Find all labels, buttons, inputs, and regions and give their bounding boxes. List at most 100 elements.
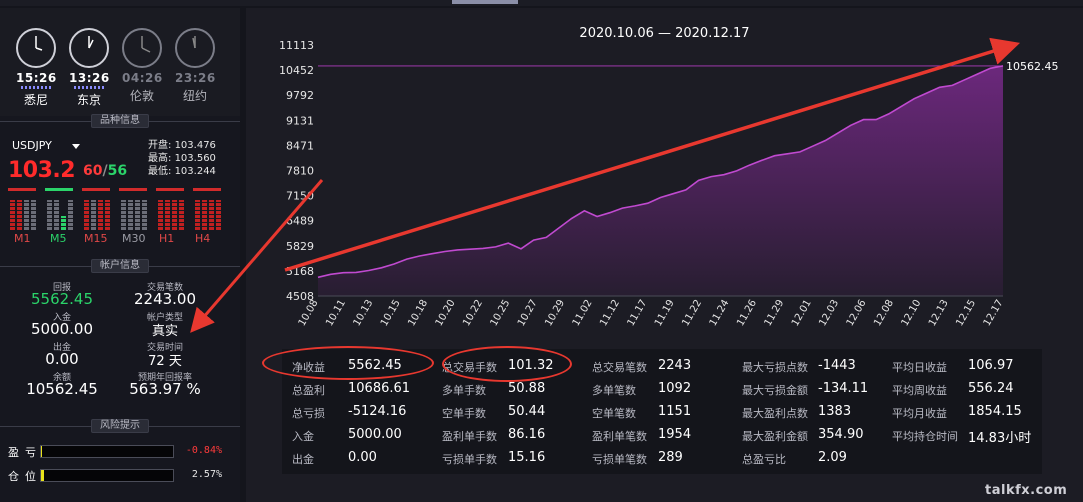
tf-m5[interactable]: M5 xyxy=(50,232,67,245)
price-ask-bid: 60/56 xyxy=(83,163,127,179)
clock-london: 04:26 伦敦 xyxy=(122,28,162,104)
stat-label: 总亏损 xyxy=(292,407,325,420)
stat-value: 0.00 xyxy=(348,450,377,465)
duration-value: 72 天 xyxy=(148,354,182,369)
balance-value: 10562.45 xyxy=(26,380,98,398)
stat-label: 入金 xyxy=(292,430,314,443)
tf-h1[interactable]: H1 xyxy=(159,232,174,245)
price-main: 103.2 xyxy=(8,158,76,183)
clock-time: 13:26 xyxy=(69,71,110,85)
price-ask: 60 xyxy=(83,163,103,179)
position-value: 2.57% xyxy=(191,469,222,480)
x-tick-label: 11.17 xyxy=(626,298,650,328)
withdraw-value: 0.00 xyxy=(45,350,79,368)
stat-value: 556.24 xyxy=(968,381,1014,396)
tf-m30[interactable]: M30 xyxy=(122,232,146,245)
x-tick-label: 12.13 xyxy=(927,298,951,328)
clock-city: 伦敦 xyxy=(129,89,154,103)
clock-time: 04:26 xyxy=(122,71,163,85)
account-section-header: 帐户信息 xyxy=(0,259,240,273)
stat-label: 总盈亏比 xyxy=(742,453,786,466)
clock-time: 23:26 xyxy=(175,71,216,85)
y-tick-label: 8471 xyxy=(286,139,314,152)
stat-value: 2243 xyxy=(658,358,692,373)
stat-label: 平均周收益 xyxy=(892,384,947,397)
stat-label: 总交易笔数 xyxy=(592,361,647,374)
equity-area xyxy=(318,65,1003,297)
position-label: 仓位 xyxy=(8,470,42,483)
x-tick-label: 11.26 xyxy=(735,298,759,328)
price-bid: 56 xyxy=(107,163,128,179)
x-tick-label: 10.29 xyxy=(543,298,567,328)
stat-label: 多单手数 xyxy=(442,384,486,397)
y-tick-label: 7150 xyxy=(286,190,314,203)
x-tick-label: 11.19 xyxy=(653,298,677,328)
trades-value: 2243.00 xyxy=(133,290,197,308)
x-tick-label: 11.22 xyxy=(680,298,704,328)
stat-label: 空单手数 xyxy=(442,407,486,420)
x-tick-label: 12.06 xyxy=(845,298,869,328)
deposit-value: 5000.00 xyxy=(30,320,94,338)
stat-value: 354.90 xyxy=(818,427,864,442)
clock-dots xyxy=(21,86,51,89)
y-tick-label: 10452 xyxy=(279,64,314,77)
section-title: 风险提示 xyxy=(91,419,149,433)
x-tick-label: 10.18 xyxy=(406,298,430,328)
stat-value: 1383 xyxy=(818,404,852,419)
open-label: 开盘: xyxy=(148,140,172,151)
stat-label: 平均月收益 xyxy=(892,407,947,420)
stat-value: 1151 xyxy=(658,404,692,419)
section-title: 帐户信息 xyxy=(91,259,149,273)
signal-bars-h4 xyxy=(193,188,223,230)
stat-label: 总盈利 xyxy=(292,384,325,397)
y-tick-label: 5168 xyxy=(286,265,314,278)
stat-value: 2.09 xyxy=(818,450,847,465)
y-tick-label: 9131 xyxy=(286,114,314,127)
stat-value: 15.16 xyxy=(508,450,546,465)
stat-value: -5124.16 xyxy=(348,404,407,419)
symbol-select[interactable]: USDJPY xyxy=(12,139,52,152)
clock-face-icon xyxy=(175,28,215,68)
stat-label: 亏损单手数 xyxy=(442,453,497,466)
pl-value: -0.84% xyxy=(185,445,222,456)
instrument-section-header: 品种信息 xyxy=(0,114,240,128)
top-strip xyxy=(0,0,1083,6)
stat-value: 50.44 xyxy=(508,404,546,419)
active-tab-indicator xyxy=(452,0,518,4)
clock-sydney: 15:26 悉尼 xyxy=(16,28,56,108)
clock-city: 纽约 xyxy=(182,89,207,103)
annual-return-value: 563.97 % xyxy=(129,380,201,398)
y-tick-label: 5829 xyxy=(286,240,314,253)
timeframe-signal-bars xyxy=(8,188,230,230)
return-value: 5562.45 xyxy=(30,290,94,308)
signal-bars-h1 xyxy=(156,188,186,230)
x-tick-label: 10.11 xyxy=(324,298,348,328)
x-tick-label: 10.22 xyxy=(461,298,485,328)
clock-face-icon xyxy=(122,28,162,68)
stat-value: -134.11 xyxy=(818,381,869,396)
tf-m15[interactable]: M15 xyxy=(84,232,108,245)
position-meter xyxy=(40,469,174,482)
signal-bars-m1 xyxy=(8,188,38,230)
x-tick-label: 12.01 xyxy=(790,298,814,328)
clock-city: 东京 xyxy=(76,93,101,107)
stat-value: 106.97 xyxy=(968,358,1014,373)
stat-label: 盈利单笔数 xyxy=(592,430,647,443)
stat-value: 1954 xyxy=(658,427,692,442)
y-tick-label: 9792 xyxy=(286,89,314,102)
x-tick-label: 12.03 xyxy=(817,298,841,328)
stat-label: 最大亏损点数 xyxy=(742,361,808,374)
stat-label: 平均持仓时间 xyxy=(892,430,958,443)
clock-newyork: 23:26 纽约 xyxy=(175,28,215,104)
stat-label: 最大盈利金额 xyxy=(742,430,808,443)
section-title: 品种信息 xyxy=(91,114,149,128)
signal-bars-m5 xyxy=(45,188,75,230)
risk-section-header: 风险提示 xyxy=(0,419,240,433)
tf-h4[interactable]: H4 xyxy=(195,232,210,245)
y-tick-label: 11113 xyxy=(279,39,314,52)
clock-tokyo: 13:26 东京 xyxy=(69,28,109,108)
watermark: talkfx.com xyxy=(985,483,1068,498)
tf-m1[interactable]: M1 xyxy=(14,232,31,245)
chevron-down-icon[interactable] xyxy=(72,144,80,149)
x-tick-label: 11.29 xyxy=(763,298,787,328)
